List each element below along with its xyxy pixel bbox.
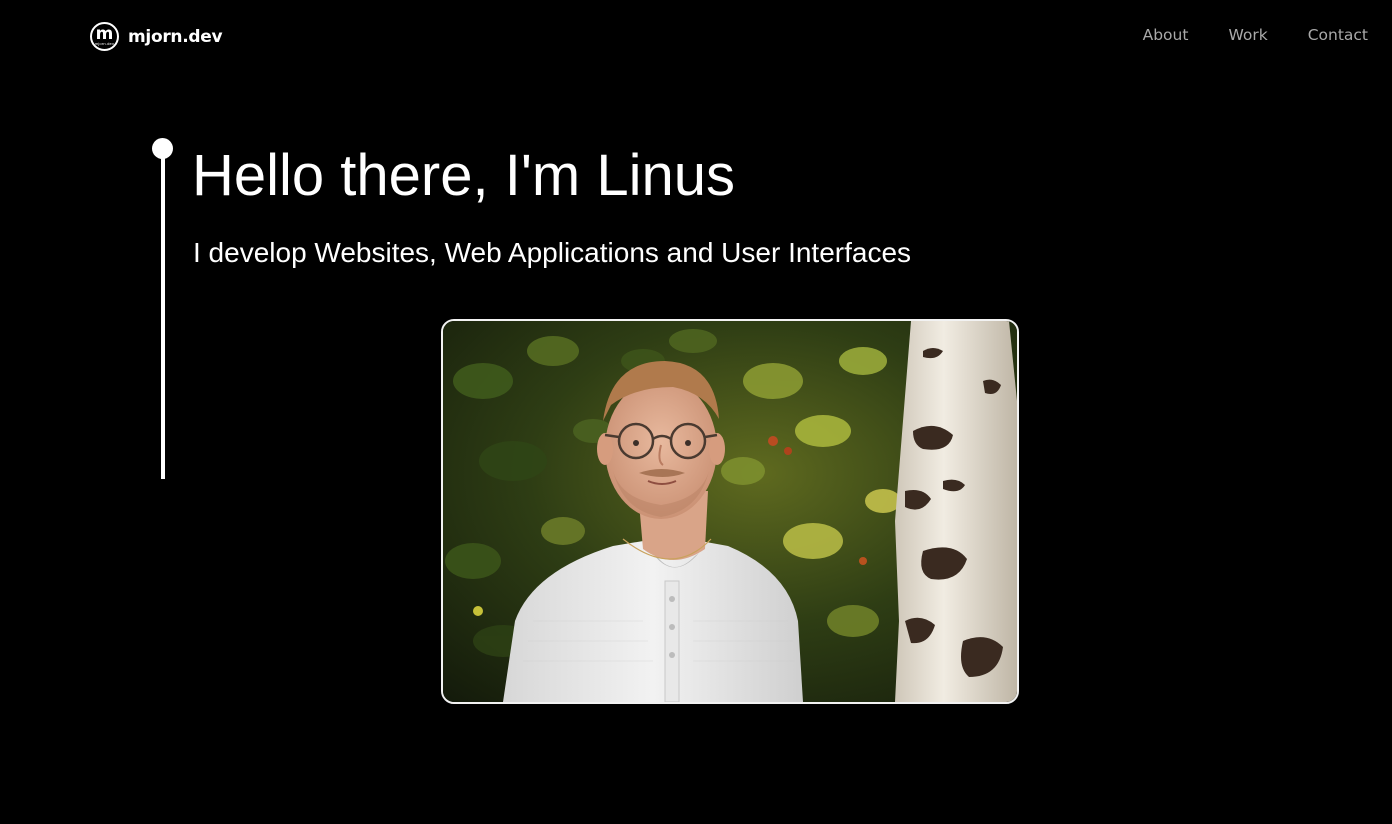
portrait-image bbox=[443, 321, 1017, 702]
timeline-dot bbox=[152, 138, 173, 159]
timeline-line bbox=[160, 150, 165, 479]
logo-subtext: mjorn.dev bbox=[94, 41, 115, 46]
nav-link-work[interactable]: Work bbox=[1228, 26, 1267, 44]
brand-name: mjorn.dev bbox=[128, 26, 223, 47]
main-nav: About Work Contact bbox=[1143, 26, 1368, 44]
hero-title: Hello there, I'm Linus bbox=[192, 143, 735, 208]
nav-link-about[interactable]: About bbox=[1143, 26, 1189, 44]
hero-subtitle: I develop Websites, Web Applications and… bbox=[193, 237, 912, 268]
portrait-photo bbox=[441, 319, 1019, 704]
nav-link-contact[interactable]: Contact bbox=[1308, 26, 1368, 44]
page: m mjorn.dev mjorn.dev About Work Contact… bbox=[0, 0, 1392, 824]
logo-icon: m mjorn.dev bbox=[90, 22, 119, 51]
brand-home-link[interactable]: m mjorn.dev mjorn.dev bbox=[90, 20, 223, 53]
